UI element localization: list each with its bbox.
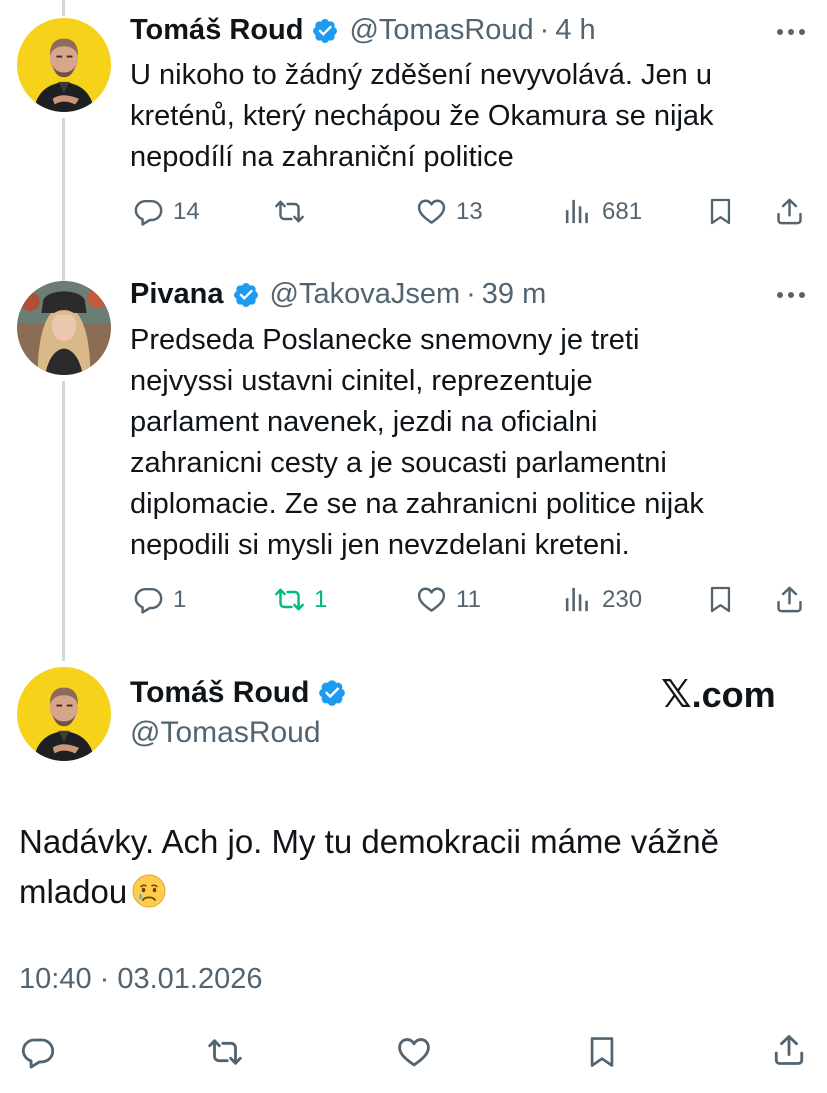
more-icon[interactable] xyxy=(776,27,806,37)
like-icon xyxy=(395,1034,433,1070)
bookmark-button[interactable] xyxy=(585,1034,619,1070)
verified-badge-icon xyxy=(232,281,260,309)
repost-button[interactable] xyxy=(274,196,314,227)
thread-line-top xyxy=(62,0,65,16)
tweet-text: Predseda Poslanecke snemovny je treti ne… xyxy=(130,324,704,561)
bookmark-button[interactable] xyxy=(706,196,735,227)
reply-icon xyxy=(133,584,164,615)
tweet-text: U nikoho to žádný zděšení nevyvolává. Je… xyxy=(130,59,714,173)
reply-count: 1 xyxy=(173,585,187,613)
like-button[interactable] xyxy=(395,1034,433,1070)
reply-button[interactable]: 14 xyxy=(133,196,200,227)
thread-line-1 xyxy=(62,118,65,281)
views-button[interactable]: 681 xyxy=(562,196,642,227)
display-name[interactable]: Tomáš Roud xyxy=(130,676,309,710)
bookmark-icon xyxy=(706,196,735,227)
bookmark-button[interactable] xyxy=(706,584,735,615)
tweet-time[interactable]: 4 h xyxy=(555,14,595,47)
views-count: 230 xyxy=(602,585,643,613)
x-com-watermark: 𝕏 .com xyxy=(661,672,776,717)
reply-count: 14 xyxy=(173,197,200,225)
share-button[interactable] xyxy=(771,1032,807,1068)
like-count: 11 xyxy=(456,585,481,613)
user-handle[interactable]: @TomasRoud xyxy=(130,716,321,750)
share-button[interactable] xyxy=(774,196,805,227)
views-button[interactable]: 230 xyxy=(562,584,642,615)
crying-face-emoji xyxy=(131,873,167,909)
x-domain: .com xyxy=(691,673,776,715)
bookmark-icon xyxy=(585,1034,619,1070)
repost-count: 1 xyxy=(314,585,328,613)
verified-badge-icon xyxy=(317,678,347,708)
like-icon xyxy=(416,196,447,227)
views-icon xyxy=(562,196,593,227)
reply-button[interactable]: 1 xyxy=(133,584,186,615)
display-name[interactable]: Pivana xyxy=(130,278,224,311)
tweet-time[interactable]: 39 m xyxy=(482,278,546,311)
main-display-name-row: Tomáš Roud xyxy=(130,676,357,710)
avatar-tomas-roud[interactable] xyxy=(17,18,111,112)
like-button[interactable]: 11 xyxy=(416,584,481,615)
views-count: 681 xyxy=(602,197,643,225)
repost-icon xyxy=(274,584,305,615)
share-icon xyxy=(774,584,805,615)
repost-icon xyxy=(206,1034,244,1070)
views-icon xyxy=(562,584,593,615)
main-tweet-text: Nadávky. Ach jo. My tu demokracii máme v… xyxy=(19,817,809,917)
tweet-header: Tomáš Roud @TomasRoud · 4 h xyxy=(130,14,596,47)
verified-badge-icon xyxy=(311,17,339,45)
separator-dot: · xyxy=(539,14,550,46)
share-button[interactable] xyxy=(774,584,805,615)
reply-icon xyxy=(20,1034,56,1070)
display-name[interactable]: Tomáš Roud xyxy=(130,14,303,47)
like-icon xyxy=(416,584,447,615)
share-icon xyxy=(771,1032,807,1068)
bookmark-icon xyxy=(706,584,735,615)
avatar-pivana[interactable] xyxy=(17,281,111,375)
reply-button[interactable] xyxy=(20,1034,56,1070)
tweet-timestamp[interactable]: 10:40 · 03.01.2026 xyxy=(19,963,262,996)
thread-line-2 xyxy=(62,381,65,661)
avatar-tomas-roud[interactable] xyxy=(17,667,111,761)
x-logo: 𝕏 xyxy=(661,674,692,716)
user-handle[interactable]: @TakovaJsem xyxy=(270,278,461,311)
like-count: 13 xyxy=(456,197,483,225)
share-icon xyxy=(774,196,805,227)
like-button[interactable]: 13 xyxy=(416,196,483,227)
user-handle[interactable]: @TomasRoud xyxy=(349,14,533,47)
reply-icon xyxy=(133,196,164,227)
separator-dot: · xyxy=(466,278,476,310)
repost-button[interactable]: 1 xyxy=(274,584,327,615)
repost-icon xyxy=(274,196,305,227)
main-tweet-text-body: Nadávky. Ach jo. My tu demokracii máme v… xyxy=(19,823,719,910)
repost-button[interactable] xyxy=(206,1034,244,1070)
tweet-header: Pivana @TakovaJsem · 39 m xyxy=(130,278,546,311)
more-icon[interactable] xyxy=(776,290,806,300)
